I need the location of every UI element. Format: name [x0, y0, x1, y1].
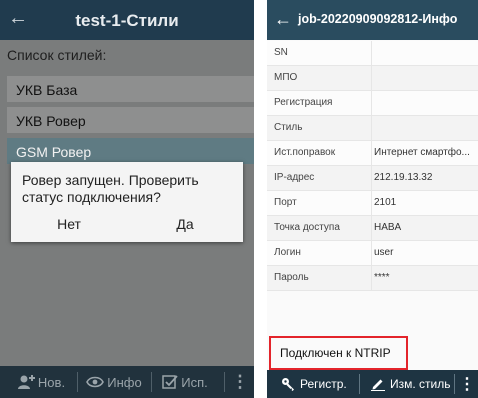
info-key: МПО	[274, 72, 298, 83]
info-table: SN МПО Регистрация Стиль Ист.поправок Ин…	[267, 41, 478, 291]
column-divider	[371, 91, 372, 115]
use-style-label: Исп.	[181, 374, 208, 390]
info-key: Точка доступа	[274, 222, 340, 233]
more-options-icon[interactable]: ⋮	[458, 370, 476, 398]
pencil-icon	[371, 379, 385, 391]
table-row: IP-адрес 212.19.13.32	[267, 166, 478, 191]
info-value: HABA	[374, 222, 402, 233]
table-row: Точка доступа HABA	[267, 216, 478, 241]
right-bottom-toolbar: Регистр. Изм. стиль ⋮	[267, 370, 478, 398]
info-value: user	[374, 247, 394, 258]
back-arrow-icon[interactable]: ←	[274, 8, 292, 30]
column-divider	[371, 266, 372, 290]
column-divider	[371, 191, 372, 215]
left-bottom-toolbar: Нов. Инфо Исп. ⋮	[0, 366, 254, 398]
left-app-bar: ← test-1-Стили	[0, 0, 254, 40]
edit-style-button[interactable]: Изм. стиль	[371, 370, 455, 398]
column-divider	[371, 66, 372, 90]
style-list-item[interactable]: УКВ Ровер	[7, 107, 254, 133]
table-row: Стиль	[267, 116, 478, 141]
table-row: Ист.поправок Интернет смартфо...	[267, 141, 478, 166]
checkbox-checked-icon	[162, 375, 178, 389]
left-page-title: test-1-Стили	[75, 11, 179, 30]
info-key: Регистрация	[274, 97, 333, 108]
table-row: Пароль ****	[267, 266, 478, 291]
new-style-label: Нов.	[37, 374, 66, 390]
info-value: Интернет смартфо...	[374, 147, 470, 158]
toolbar-divider	[454, 374, 455, 394]
table-row: Логин user	[267, 241, 478, 266]
more-options-icon[interactable]: ⋮	[228, 366, 252, 398]
key-icon	[282, 378, 294, 391]
info-value: 2101	[374, 197, 397, 208]
toolbar-divider	[77, 372, 78, 392]
column-divider	[371, 141, 372, 165]
rover-started-dialog: Ровер запущен. Проверить статус подключе…	[11, 162, 243, 242]
edit-style-label: Изм. стиль	[390, 377, 451, 391]
info-key: Порт	[274, 197, 297, 208]
toolbar-divider	[151, 372, 152, 392]
info-button[interactable]: Инфо	[79, 366, 149, 398]
column-divider	[371, 241, 372, 265]
right-page-title: job-20220909092812-Инфо	[298, 12, 458, 26]
use-style-button[interactable]: Исп.	[153, 366, 217, 398]
left-screen: ← test-1-Стили Список стилей: УКВ База У…	[0, 0, 254, 398]
dialog-yes-button[interactable]: Да	[127, 206, 243, 242]
style-list-label: Список стилей:	[7, 47, 107, 63]
toolbar-divider	[224, 372, 225, 392]
info-key: IP-адрес	[274, 172, 315, 183]
info-key: SN	[274, 47, 288, 58]
style-list-item[interactable]: УКВ База	[7, 76, 254, 102]
connection-status: Подключен к NTRIP	[269, 336, 408, 370]
right-screen: ← job-20220909092812-Инфо SN МПО Регистр…	[267, 0, 478, 398]
info-value: ****	[374, 272, 390, 283]
column-divider	[371, 41, 372, 65]
right-app-bar: ← job-20220909092812-Инфо	[267, 0, 478, 40]
table-row: Регистрация	[267, 91, 478, 116]
style-list-item-selected[interactable]: GSM Ровер	[7, 138, 254, 164]
table-row: SN	[267, 41, 478, 66]
add-user-icon	[17, 375, 35, 389]
column-divider	[371, 116, 372, 140]
info-label: Инфо	[107, 374, 142, 390]
info-key: Ист.поправок	[274, 147, 336, 158]
style-list-item-label: УКВ База	[16, 82, 78, 98]
toolbar-divider	[359, 374, 360, 394]
info-value: 212.19.13.32	[374, 172, 433, 183]
info-key: Пароль	[274, 272, 309, 283]
table-row: Порт 2101	[267, 191, 478, 216]
info-key: Логин	[274, 247, 301, 258]
column-divider	[371, 216, 372, 240]
register-button[interactable]: Регистр.	[281, 370, 361, 398]
info-key: Стиль	[274, 122, 303, 133]
register-label: Регистр.	[300, 377, 347, 391]
table-row: МПО	[267, 66, 478, 91]
column-divider	[371, 166, 372, 190]
dialog-no-button[interactable]: Нет	[11, 206, 127, 242]
style-list-item-label: GSM Ровер	[16, 144, 92, 160]
eye-icon	[86, 376, 105, 388]
new-style-button[interactable]: Нов.	[6, 366, 76, 398]
dialog-message: Ровер запущен. Проверить статус подключе…	[22, 172, 199, 205]
style-list-item-label: УКВ Ровер	[16, 113, 86, 129]
